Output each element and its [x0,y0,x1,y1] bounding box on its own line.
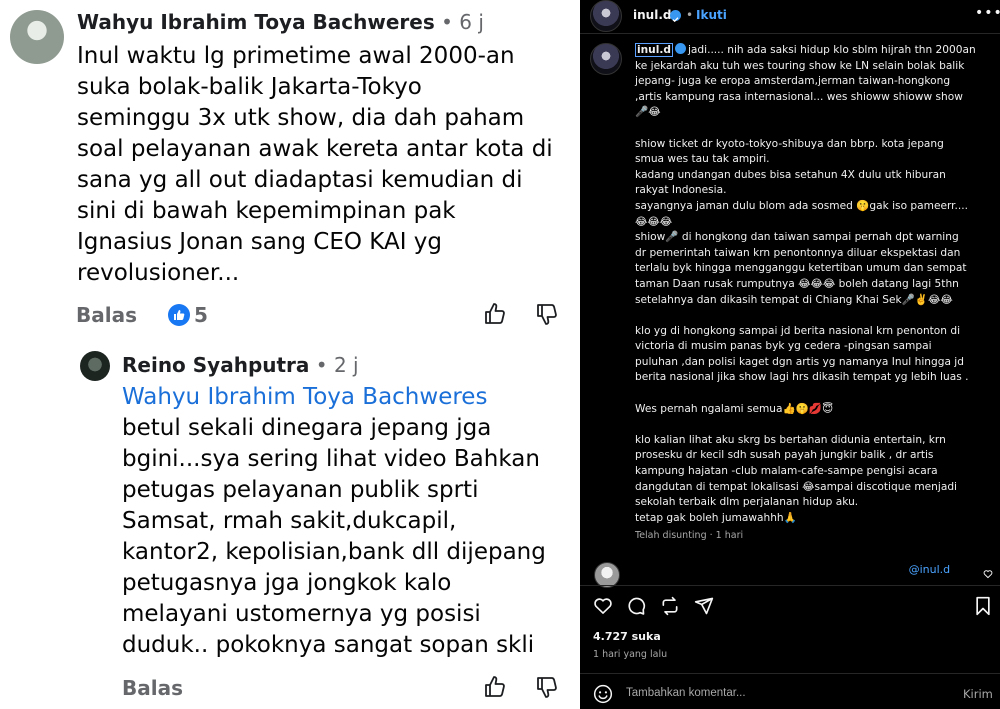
caption-line: victoria di musim panas byk yg cedera -p… [635,340,932,353]
thumbs-up-icon[interactable] [482,674,508,700]
caption-line: kampung hajatan -club malam-cafe-sampe p… [635,465,938,478]
caption-line: tetap gak boleh jumawahhh🙏 [635,511,797,524]
comment-line: melayani ustomernya yg posisi [122,601,481,627]
verified-badge-icon [674,43,686,54]
facebook-comments-panel: Wahyu Ibrahim Toya Bachweres • 6 j Inul … [0,0,580,709]
save-bookmark-icon[interactable] [974,596,992,616]
comment-line: revolusioner... [77,260,240,286]
caption-line: smua wes tau tak ampiri. [635,153,770,166]
caption-line: shiow ticket dr kyoto-tokyo-shibuya dan … [635,137,944,150]
comment-time[interactable]: 6 j [459,10,484,34]
follow-button[interactable]: Ikuti [696,8,727,22]
thumbs-down-icon[interactable] [534,301,560,327]
comment-line: seminggu 3x utk show, dia dah paham [77,105,525,131]
caption-line: setelahnya dan dikasih tempat di Chiang … [635,293,953,306]
send-comment-button[interactable]: Kirim [963,687,993,701]
comment-line: kantor2, kepolisian,bank dll dijepang [122,539,546,565]
profile-avatar[interactable] [590,0,622,32]
share-icon[interactable] [694,596,714,616]
comment-preview: santosasiti Waktu wawancara di SCTV itu … [635,563,950,576]
commenter-avatar[interactable] [80,351,110,381]
emoji-picker-icon[interactable] [593,684,613,704]
reply-button[interactable]: Balas [76,303,137,327]
thumbs-down-icon[interactable] [534,674,560,700]
caption-line: dangdutan di tempat lokalisasi 😂sampai d… [635,480,957,493]
comment-line: petugasnya jga jongkok kalo [122,570,452,596]
input-divider [580,673,1000,674]
caption-line: berita nasional jika show lagi hrs dikas… [635,371,969,384]
header-divider [580,33,1000,34]
caption-line: 😂😂😂 [635,215,673,228]
comment-line: Ignasius Jonan sang CEO KAI yg [77,229,443,255]
caption-line: dr pemerintah taiwan krn penontonnya dil… [635,246,961,259]
verified-badge-icon [670,10,681,23]
repost-icon[interactable] [660,596,680,616]
caption-line: ke jekardah aku tuh wes touring show ke … [635,59,965,72]
actions-divider [580,585,1000,586]
caption-handle[interactable]: inul.d [635,43,673,57]
caption-line: taman Daan rusak rumputnya 😂😂😂 boleh dat… [635,277,959,290]
caption-avatar[interactable] [590,43,622,75]
caption-line: Wes pernah ngalami semua👍🤫💋😇 [635,402,834,415]
caption-line: jepang- juga ke eropa amsterdam,jerman t… [635,75,951,88]
comment-line: bgini...sya sering lihat video Bahkan [122,446,540,472]
profile-handle[interactable]: inul.d [633,8,671,22]
post-caption: inul.d jadi..... nih ada saksi hidup klo … [635,43,983,526]
comment-author-line: Wahyu Ibrahim Toya Bachweres • 6 j [77,10,484,34]
caption-line [635,121,983,137]
comment-text: Waktu wawancara di SCTV itu mbak [706,563,906,576]
caption-line: terlalu byk hingga mengganggu ketertiban… [635,262,967,275]
comment-line: Samsat, rmah sakit,dukcapil, [122,508,457,534]
comment-line: soal pelayanan awak kereta antar kota di [77,136,553,162]
like-heart-icon[interactable] [593,596,613,616]
caption-line [635,308,983,324]
comment-time[interactable]: 2 j [334,353,359,377]
caption-meta: Telah disunting · 1 hari [635,530,744,541]
comment-line: betul sekali dinegara jepang jga [122,415,492,441]
comment-mention-link[interactable]: @inul.d [909,563,951,576]
more-options-icon[interactable]: ••• [975,5,1000,21]
comment-line: Inul waktu lg primetime awal 2000-an [77,43,515,69]
comment-line: petugas pelayanan publik sprti [122,477,479,503]
like-count[interactable]: 5 [194,303,208,327]
caption-line: kadang undangan dubes bisa setahun 4X du… [635,168,946,181]
caption-line: klo yg di hongkong sampai jd berita nasi… [635,324,961,337]
caption-line [635,417,983,433]
like-reaction-icon [168,304,190,326]
comment-icon[interactable] [626,596,646,616]
comment-line: sini di bawah kepemimpinan pak [77,198,456,224]
reply-button[interactable]: Balas [122,676,183,700]
caption-line: puluhan ,dan polisi kaget dgn artis yg n… [635,355,964,368]
caption-line: 🎤😂 [635,106,661,119]
header-separator: • [686,8,694,22]
caption-line: prosesku dr kecil sdh susah payah jungki… [635,449,934,462]
caption-line: rakyat Indonesia. [635,184,727,197]
thumbs-up-icon[interactable] [482,301,508,327]
comment-line: suka bolak-balik Jakarta-Tokyo [77,74,422,100]
comment-line: sana yg all out diadaptasi kemudian di [77,167,523,193]
mentioned-user-link[interactable]: Wahyu Ibrahim Toya Bachweres [122,382,487,413]
comment-author[interactable]: Reino Syahputra [122,353,309,377]
caption-line: sekolah terbaik dlm perjalanan hidup aku… [635,496,859,509]
likes-count[interactable]: 4.727 suka [593,630,661,643]
comment-input[interactable] [626,683,916,703]
post-time[interactable]: 1 hari yang lalu [593,649,667,660]
comment-author[interactable]: santosasiti [635,563,703,576]
caption-line: jadi..... nih ada saksi hidup klo sblm h… [687,44,976,56]
caption-line: sayangnya jaman dulu blom ada sosmed 🤫ga… [635,199,969,212]
commenter-avatar[interactable] [10,10,64,64]
comment-author-line: Reino Syahputra • 2 j [122,353,359,377]
comment-line: duduk.. pokoknya sangat sopan skli [122,632,535,658]
caption-line: klo kalian lihat aku skrg bs bertahan di… [635,433,946,446]
comment-like-icon[interactable] [983,569,993,579]
caption-line [635,386,983,402]
caption-line: shiow🎤 di hongkong dan taiwan sampai per… [635,231,959,244]
caption-line: ,artis kampung rasa internasional... wes… [635,90,963,103]
comment-author[interactable]: Wahyu Ibrahim Toya Bachweres [77,10,435,34]
